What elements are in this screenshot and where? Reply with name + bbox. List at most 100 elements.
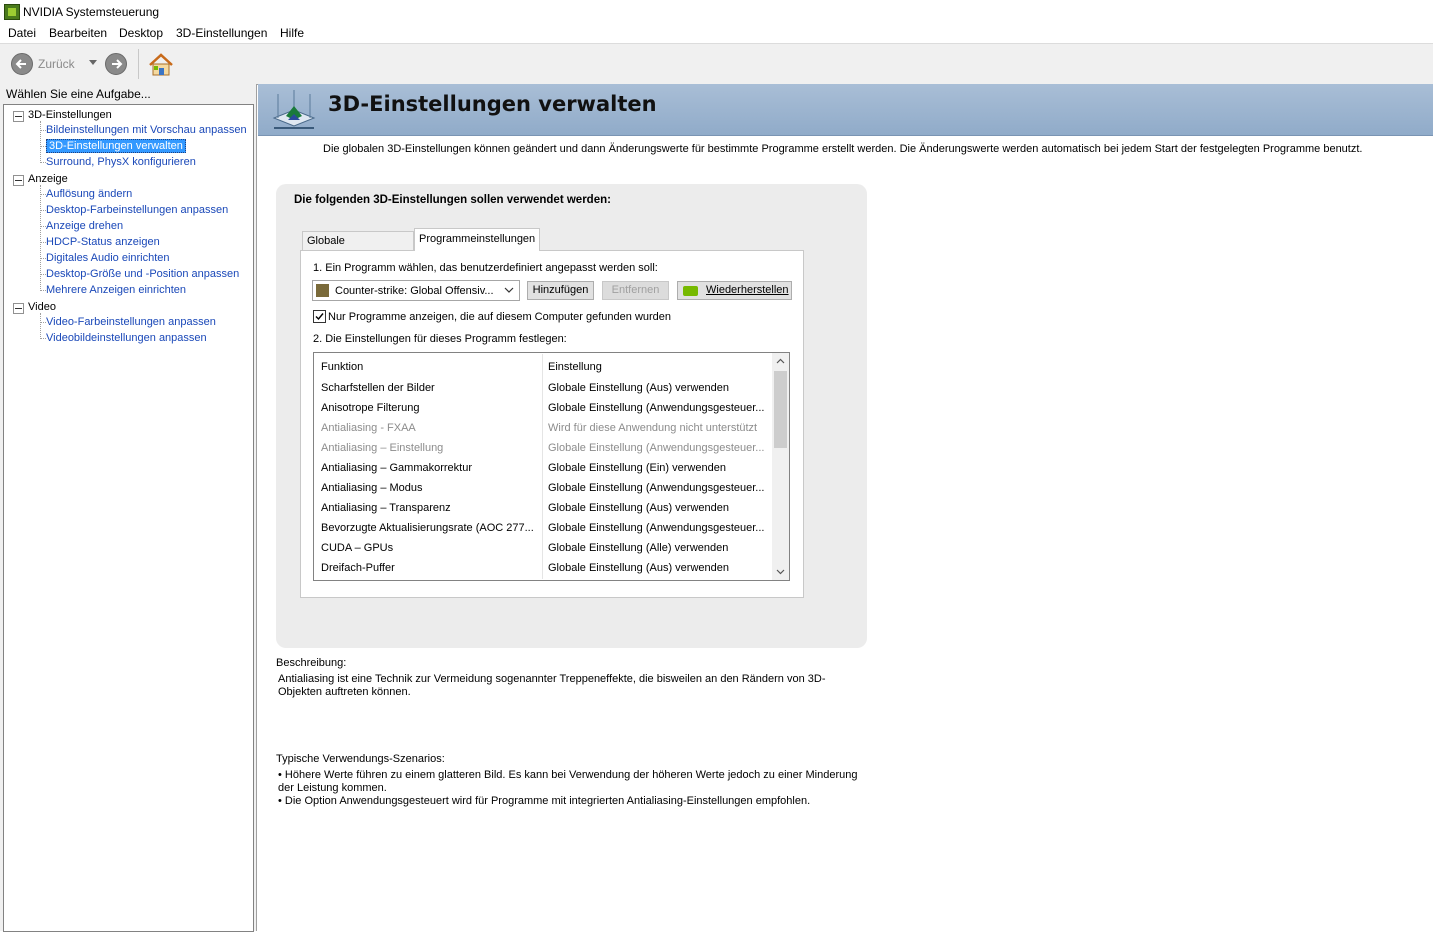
task-pane: Wählen Sie eine Aufgabe... 3D-Einstellun…	[0, 84, 257, 932]
row-function: Antialiasing - FXAA	[321, 422, 416, 434]
checkbox-label: Nur Programme anzeigen, die auf diesem C…	[328, 311, 672, 323]
row-setting[interactable]: Globale Einstellung (Alle) verwenden	[548, 542, 768, 554]
tree-group-3d-einstellungen[interactable]: 3D-Einstellungen	[28, 109, 112, 121]
toolbar: Zurück	[0, 43, 1433, 85]
column-header-funktion[interactable]: Funktion	[321, 361, 363, 373]
row-setting[interactable]: Globale Einstellung (Anwendungsgesteuer.…	[548, 402, 768, 414]
row-setting: Wird für diese Anwendung nicht unterstüt…	[548, 422, 758, 434]
description-label: Beschreibung:	[276, 657, 347, 669]
page-description: Die globalen 3D-Einstellungen können geä…	[323, 143, 1363, 155]
task-tree: 3D-Einstellungen Bildeinstellungen mit V…	[3, 104, 254, 932]
back-history-dropdown-icon[interactable]	[89, 60, 97, 65]
nvidia-restore-icon	[683, 286, 698, 296]
settings-heading: Die folgenden 3D-Einstellungen sollen ve…	[294, 194, 611, 206]
program-icon	[316, 284, 329, 297]
tree-link-hdcp-status[interactable]: HDCP-Status anzeigen	[46, 236, 160, 248]
task-pane-header: Wählen Sie eine Aufgabe...	[6, 87, 151, 101]
usage-label: Typische Verwendungs-Szenarios:	[276, 753, 445, 765]
tree-link-desktop-farbeinstellungen[interactable]: Desktop-Farbeinstellungen anpassen	[46, 204, 228, 216]
description-text: Antialiasing ist eine Technik zur Vermei…	[278, 673, 826, 698]
table-row[interactable]: Antialiasing – Gammakorrektur Globale Ein…	[314, 459, 772, 479]
tree-link-surround-physx[interactable]: Surround, PhysX konfigurieren	[46, 156, 196, 168]
row-setting: Globale Einstellung (Anwendungsgesteuer.…	[548, 442, 765, 454]
table-row[interactable]: CUDA – GPUs Globale Einstellung (Alle) ve…	[314, 539, 772, 559]
menu-desktop[interactable]: Desktop	[118, 26, 164, 40]
row-function: Antialiasing – Einstellung	[321, 442, 444, 454]
row-setting[interactable]: Globale Einstellung (Aus) verwenden	[548, 502, 768, 514]
tree-link-anzeige-drehen[interactable]: Anzeige drehen	[46, 220, 123, 232]
collapse-toggle-icon[interactable]	[13, 111, 24, 122]
tree-link-mehrere-anzeigen[interactable]: Mehrere Anzeigen einrichten	[46, 284, 186, 296]
tree-link-videobildeinstellungen[interactable]: Videobildeinstellungen anpassen	[46, 332, 207, 344]
list-scrollbar[interactable]	[772, 353, 789, 580]
tab-programmeinstellungen[interactable]: Programmeinstellungen	[414, 228, 540, 251]
back-button[interactable]	[11, 53, 33, 75]
arrow-right-icon	[112, 59, 123, 69]
menu-3d-einstellungen[interactable]: 3D-Einstellungen	[175, 26, 268, 40]
table-row[interactable]: Antialiasing – Transparenz Globale Einste…	[314, 499, 772, 519]
row-function: CUDA – GPUs	[321, 542, 394, 554]
step1-label: 1. Ein Programm wählen, das benutzerdefi…	[313, 262, 658, 274]
row-function: Antialiasing – Transparenz	[321, 502, 451, 514]
menu-datei[interactable]: Datei	[7, 26, 37, 40]
row-function: Bevorzugte Aktualisierungsrate (AOC 277.…	[321, 522, 534, 534]
tree-link-bildeinstellungen[interactable]: Bildeinstellungen mit Vorschau anpassen	[46, 124, 247, 136]
row-setting[interactable]: Globale Einstellung (Ein) verwenden	[548, 462, 768, 474]
window-title: NVIDIA Systemsteuerung	[23, 5, 160, 19]
forward-button[interactable]	[105, 53, 127, 75]
home-icon[interactable]	[148, 53, 174, 77]
restore-button[interactable]: Wiederherstellen	[677, 281, 792, 300]
menu-hilfe[interactable]: Hilfe	[279, 26, 305, 40]
chevron-down-icon	[504, 287, 514, 293]
table-row[interactable]: Anisotrope Filterung Globale Einstellung …	[314, 399, 772, 419]
tree-link-digitales-audio[interactable]: Digitales Audio einrichten	[46, 252, 170, 264]
tree-link-video-farbeinstellungen[interactable]: Video-Farbeinstellungen anpassen	[46, 316, 216, 328]
row-function: Dreifach-Puffer	[321, 562, 395, 574]
remove-program-button[interactable]: Entfernen	[602, 281, 669, 300]
tab-globale-einstellungen[interactable]: Globale Einstellungen	[302, 231, 414, 266]
column-header-einstellung[interactable]: Einstellung	[548, 361, 602, 373]
collapse-toggle-icon[interactable]	[13, 303, 24, 314]
row-function: Scharfstellen der Bilder	[321, 382, 435, 394]
usage-item: • Die Option Anwendungsgesteuert wird fü…	[278, 795, 811, 807]
row-function: Antialiasing – Modus	[321, 482, 423, 494]
usage-item: • Höhere Werte führen zu einem glatteren…	[278, 769, 858, 794]
restore-button-label: Wiederherstellen	[706, 284, 789, 296]
menu-bar: Datei Bearbeiten Desktop 3D-Einstellunge…	[0, 23, 1433, 43]
tree-group-anzeige[interactable]: Anzeige	[28, 173, 68, 185]
menu-bearbeiten[interactable]: Bearbeiten	[48, 26, 108, 40]
row-setting[interactable]: Globale Einstellung (Anwendungsgesteuer.…	[548, 522, 768, 534]
table-row[interactable]: Antialiasing – Modus Globale Einstellung …	[314, 479, 772, 499]
table-row[interactable]: Dreifach-Puffer Globale Einstellung (Aus)…	[314, 559, 772, 579]
table-row: Antialiasing - FXAA Wird für diese Anwend…	[314, 419, 772, 439]
toolbar-separator	[138, 49, 139, 79]
add-program-button[interactable]: Hinzufügen	[527, 281, 594, 300]
program-select-value: Counter-strike: Global Offensiv...	[335, 285, 494, 297]
nvidia-app-icon	[4, 4, 20, 20]
row-function: Anisotrope Filterung	[321, 402, 420, 414]
program-select[interactable]: Counter-strike: Global Offensiv...	[312, 280, 520, 301]
page-title: 3D-Einstellungen verwalten	[328, 92, 657, 116]
tree-group-video[interactable]: Video	[28, 301, 56, 313]
arrow-left-icon	[15, 59, 26, 69]
row-setting[interactable]: Globale Einstellung (Aus) verwenden	[548, 562, 768, 574]
tree-link-desktop-groesse[interactable]: Desktop-Größe und -Position anpassen	[46, 268, 239, 280]
3d-settings-icon	[272, 90, 316, 129]
table-row[interactable]: Scharfstellen der Bilder Globale Einstell…	[314, 379, 772, 399]
back-label: Zurück	[38, 57, 75, 71]
checkmark-icon	[315, 313, 324, 321]
row-setting[interactable]: Globale Einstellung (Anwendungsgesteuer.…	[548, 482, 768, 494]
scroll-up-icon[interactable]	[776, 357, 785, 366]
show-found-programs-checkbox[interactable]	[313, 310, 326, 323]
table-row: Antialiasing – Einstellung Globale Einste…	[314, 439, 772, 459]
tree-link-3d-einstellungen-verwalten[interactable]: 3D-Einstellungen verwalten	[46, 139, 186, 153]
scroll-down-icon[interactable]	[776, 567, 785, 576]
collapse-toggle-icon[interactable]	[13, 175, 24, 186]
feature-settings-list: Funktion Einstellung Scharfstellen der B…	[313, 352, 790, 581]
table-row[interactable]: Bevorzugte Aktualisierungsrate (AOC 277.…	[314, 519, 772, 539]
step2-label: 2. Die Einstellungen für dieses Programm…	[313, 333, 567, 345]
row-function: Antialiasing – Gammakorrektur	[321, 462, 473, 474]
tree-link-aufloesung[interactable]: Auflösung ändern	[46, 188, 132, 200]
scroll-thumb[interactable]	[774, 371, 787, 448]
row-setting[interactable]: Globale Einstellung (Aus) verwenden	[548, 382, 768, 394]
